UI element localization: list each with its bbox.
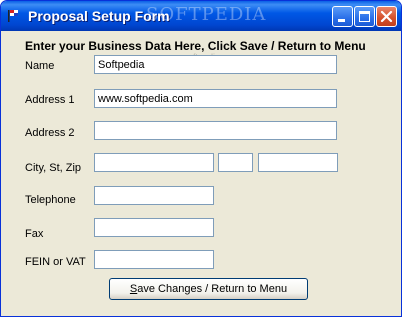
name-field[interactable]	[94, 55, 337, 74]
telephone-label: Telephone	[25, 194, 76, 206]
close-icon	[380, 10, 393, 23]
maximize-icon	[359, 11, 370, 22]
city-field[interactable]	[94, 153, 214, 172]
address2-field[interactable]	[94, 121, 337, 140]
proposal-setup-window: Proposal Setup Form SOFTPEDIA Enter your…	[0, 0, 402, 317]
name-label: Name	[25, 60, 55, 72]
form-heading: Enter your Business Data Here, Click Sav…	[25, 39, 366, 53]
state-field[interactable]	[218, 153, 253, 172]
form-area: Enter your Business Data Here, Click Sav…	[4, 31, 398, 313]
fein-vat-field[interactable]	[94, 250, 214, 269]
softpedia-watermark: SOFTPEDIA	[146, 4, 267, 25]
zip-field[interactable]	[258, 153, 338, 172]
title-bar[interactable]: Proposal Setup Form SOFTPEDIA	[1, 1, 401, 31]
fax-label: Fax	[25, 228, 44, 240]
save-return-button[interactable]: Save Changes / Return to Menu	[109, 278, 308, 300]
city-st-zip-label: City, St, Zip	[25, 162, 82, 174]
minimize-button[interactable]	[332, 6, 353, 27]
minimize-icon	[338, 19, 345, 22]
address2-label: Address 2	[25, 127, 75, 139]
fax-field[interactable]	[94, 218, 214, 237]
telephone-field[interactable]	[94, 186, 214, 205]
maximize-button[interactable]	[354, 6, 375, 27]
flag-icon[interactable]	[7, 9, 21, 23]
address1-label: Address 1	[25, 94, 75, 106]
close-button[interactable]	[376, 6, 397, 27]
address1-field[interactable]	[94, 89, 337, 108]
save-button-label: ave Changes / Return to Menu	[137, 283, 288, 295]
fein-vat-label: FEIN or VAT	[25, 256, 86, 268]
